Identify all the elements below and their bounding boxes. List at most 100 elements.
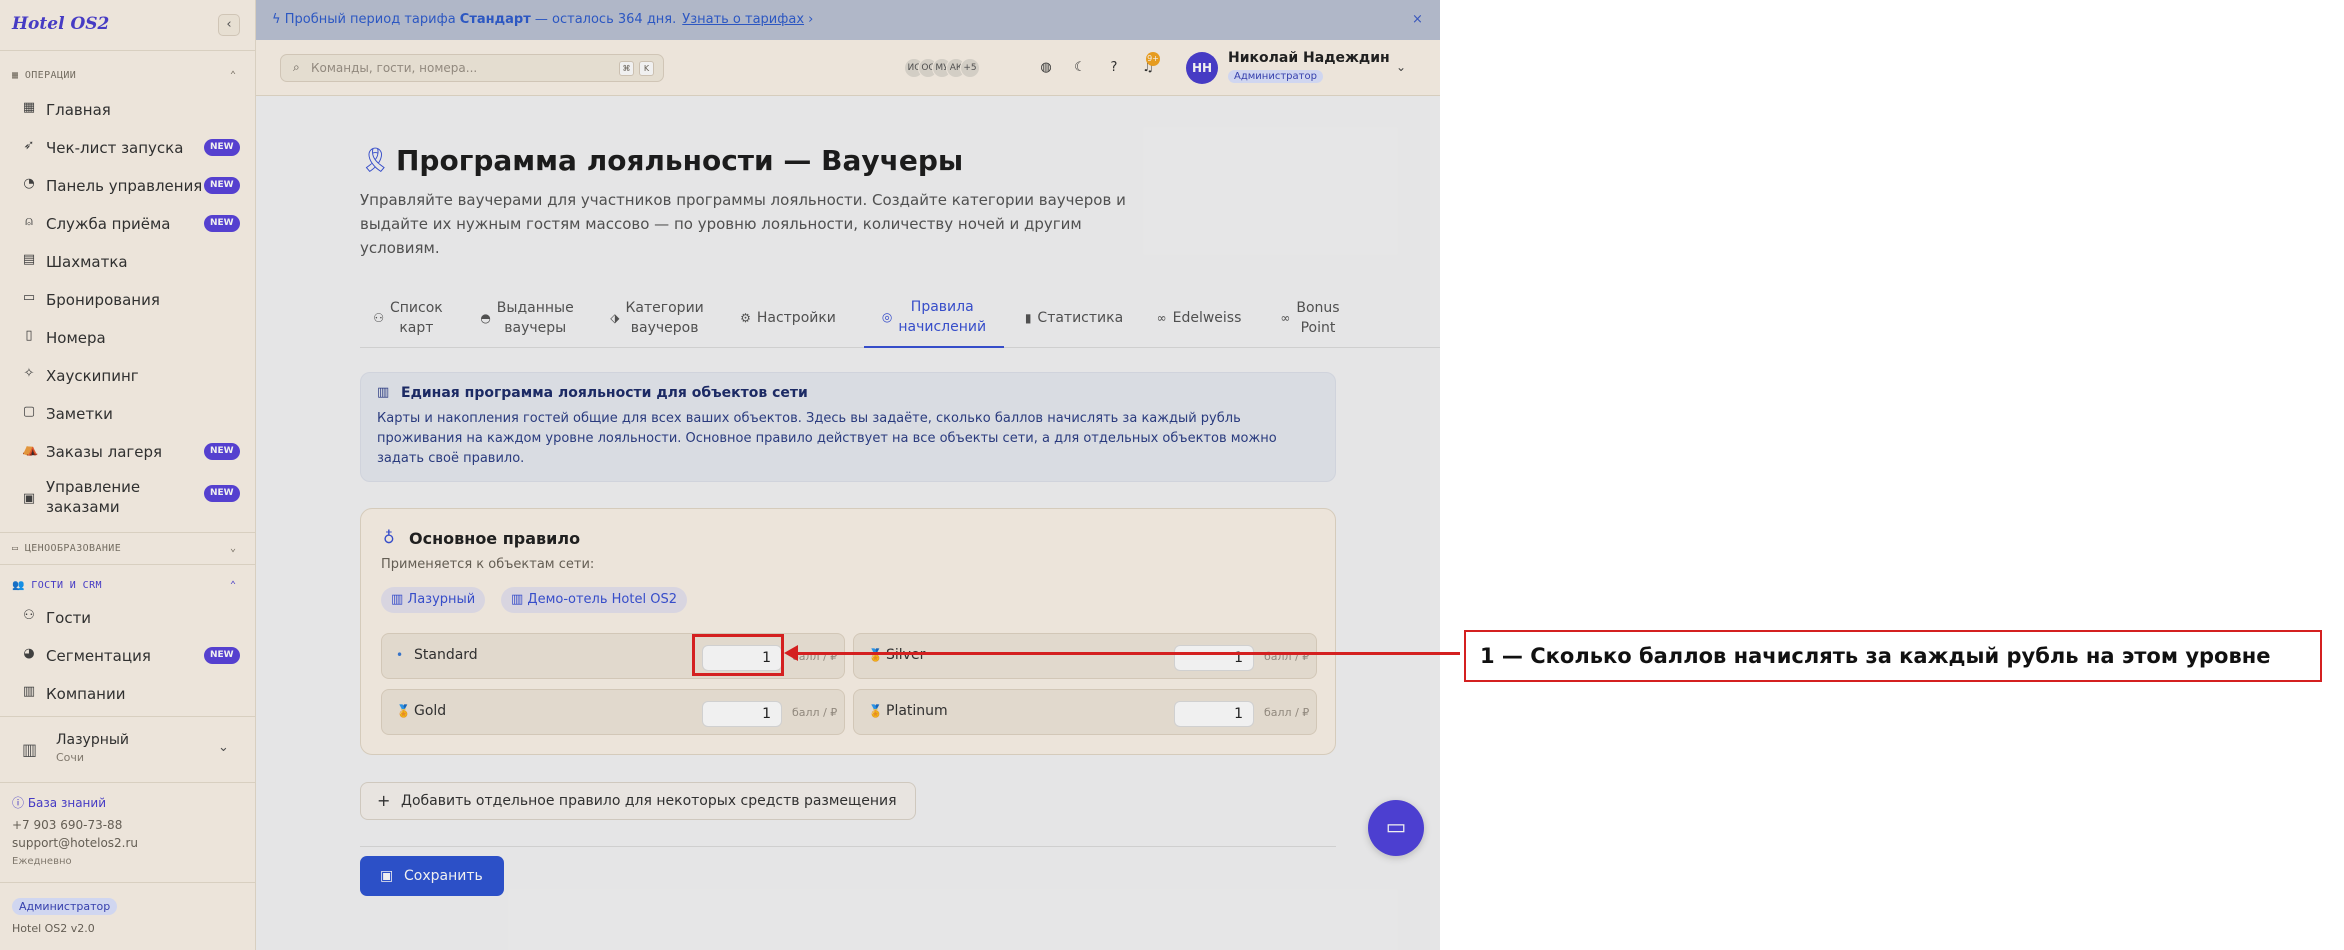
sidebar-item-chessboard[interactable]: ▤ Шахматка bbox=[12, 246, 242, 278]
tab-label-line2: карт bbox=[399, 320, 434, 336]
tab-accrual-rules[interactable]: ◎ Правила начислений bbox=[864, 288, 1004, 348]
chevron-up-icon: ⌃ bbox=[230, 580, 237, 591]
sidebar-item-camp-orders[interactable]: ⛺ Заказы лагеря NEW bbox=[12, 436, 242, 468]
tab-statistics[interactable]: ▮ Статистика bbox=[1016, 288, 1132, 348]
user-avatar[interactable]: НН bbox=[1186, 52, 1218, 84]
sidebar-item-bookings[interactable]: ▭ Бронирования bbox=[12, 284, 242, 316]
save-icon: ▣ bbox=[380, 868, 394, 884]
tab-label: Список bbox=[390, 300, 443, 316]
sidebar-item-dashboard[interactable]: ◔ Панель управления NEW bbox=[12, 170, 242, 202]
section-operations[interactable]: ▦ ОПЕРАЦИИ ⌃ bbox=[12, 70, 236, 81]
tab-edelweiss[interactable]: ∞ Edelweiss bbox=[1144, 288, 1254, 348]
link-icon: ∞ bbox=[1156, 311, 1167, 325]
sidebar-item-label: Заказы лагеря bbox=[46, 443, 163, 461]
medal-icon: 🏅 bbox=[868, 704, 883, 718]
lightning-icon: ϟ bbox=[272, 12, 285, 27]
collapse-sidebar-button[interactable]: ‹ bbox=[218, 14, 240, 36]
section-guests-crm[interactable]: 👥 ГОСТИ И CRM ⌃ bbox=[12, 580, 236, 591]
tab-label: Настройки bbox=[756, 310, 836, 326]
new-badge: NEW bbox=[204, 485, 240, 502]
tab-issued-vouchers[interactable]: ◓ Выданные ваучеры bbox=[472, 288, 582, 348]
tab-label-line2: ваучеры bbox=[504, 320, 567, 336]
chevron-up-icon: ⌃ bbox=[230, 70, 237, 81]
sidebar-item-label: Шахматка bbox=[46, 253, 128, 271]
sidebar-item-segmentation[interactable]: ◕ Сегментация NEW bbox=[12, 640, 242, 672]
arrow-line bbox=[794, 652, 1460, 655]
tab-cards-list[interactable]: ⚇ Список карт bbox=[360, 288, 456, 348]
knowledge-base-link[interactable]: ⓘ База знаний bbox=[12, 794, 106, 811]
building-icon: ▥ bbox=[377, 385, 390, 400]
banner-plan: Стандарт bbox=[459, 12, 531, 27]
sidebar-item-front-desk[interactable]: ⍝ Служба приёма NEW bbox=[12, 208, 242, 240]
support-email[interactable]: support@hotelos2.ru bbox=[12, 836, 138, 850]
sidebar-item-label: Панель управления bbox=[46, 177, 203, 195]
search-icon: ⌕ bbox=[293, 60, 300, 74]
building-icon: ▥ bbox=[391, 592, 408, 607]
link-icon: ∞ bbox=[1280, 311, 1291, 325]
trial-banner: ϟ Пробный период тарифа Стандарт — остал… bbox=[256, 0, 1440, 40]
sidebar-item-housekeeping[interactable]: ✧ Хаускипинг bbox=[12, 360, 242, 392]
command-search[interactable]: ⌕ ⌘ K bbox=[280, 54, 664, 82]
topbar: ⌕ ⌘ K ИС ОС МУ АК +5 ◍ ☾ ? ♫ 9+ НН Никол… bbox=[256, 40, 1440, 96]
divider bbox=[0, 50, 256, 51]
points-per-ruble-input[interactable] bbox=[1174, 701, 1254, 727]
points-per-ruble-input[interactable] bbox=[702, 701, 782, 727]
pie-icon: ◕ bbox=[23, 646, 35, 661]
award-icon: ♁ bbox=[383, 528, 395, 547]
sidebar-item-companies[interactable]: ▥ Компании bbox=[12, 678, 242, 710]
help-icon[interactable]: ? bbox=[1102, 56, 1126, 80]
section-icon: ▭ bbox=[12, 543, 25, 554]
brand-logo[interactable]: Hotel OS2 bbox=[12, 14, 109, 34]
section-pricing[interactable]: ▭ ЦЕНООБРАЗОВАНИЕ ⌄ bbox=[12, 543, 236, 554]
sidebar-item-notes[interactable]: ▢ Заметки bbox=[12, 398, 242, 430]
close-banner-button[interactable]: × bbox=[1412, 0, 1423, 40]
support-phone[interactable]: +7 903 690-73-88 bbox=[12, 818, 122, 832]
section-label: ГОСТИ И CRM bbox=[31, 580, 102, 591]
search-input[interactable] bbox=[311, 59, 611, 77]
users-icon: ⚇ bbox=[373, 311, 384, 325]
sidebar-item-rooms[interactable]: ▯ Номера bbox=[12, 322, 242, 354]
save-button[interactable]: ▣ Сохранить bbox=[360, 856, 504, 896]
hotel-city: Сочи bbox=[56, 751, 85, 764]
coins-icon: ◎ bbox=[881, 310, 893, 324]
unit-label: балл / ₽ bbox=[1264, 706, 1310, 719]
tab-label-line2: начислений bbox=[898, 319, 987, 335]
sidebar-item-order-management[interactable]: ▣ Управление заказами NEW bbox=[12, 478, 242, 520]
main-area: ϟ Пробный период тарифа Стандарт — остал… bbox=[256, 0, 1440, 950]
sidebar-item-label: Сегментация bbox=[46, 647, 151, 665]
sidebar-item-label: Бронирования bbox=[46, 291, 160, 309]
tab-label: Категории bbox=[625, 300, 704, 316]
help-icon: ⓘ bbox=[12, 796, 28, 810]
gauge-icon: ◔ bbox=[23, 176, 35, 191]
tab-label: Статистика bbox=[1037, 310, 1124, 326]
tariffs-link[interactable]: Узнать о тарифах bbox=[682, 12, 804, 27]
user-name[interactable]: Николай Надеждин bbox=[1228, 50, 1390, 66]
moon-icon[interactable]: ☾ bbox=[1068, 56, 1092, 80]
medal-icon: 🏅 bbox=[868, 648, 883, 662]
ticket-icon: ◓ bbox=[480, 311, 491, 325]
section-label: ОПЕРАЦИИ bbox=[24, 70, 77, 81]
palette-icon[interactable]: ◍ bbox=[1034, 56, 1058, 80]
sidebar-item-home[interactable]: ▦ Главная bbox=[12, 94, 242, 126]
add-custom-rule-button[interactable]: + Добавить отдельное правило для некоторы… bbox=[360, 782, 916, 820]
sidebar-item-label: Чек-лист запуска bbox=[46, 139, 184, 157]
tab-bar: ⚇ Список карт ◓ Выданные ваучеры ⬗ Категории в… bbox=[360, 288, 1440, 348]
chevron-down-icon[interactable]: ⌄ bbox=[1396, 60, 1406, 74]
sidebar-item-launch-checklist[interactable]: ➶ Чек-лист запуска NEW bbox=[12, 132, 242, 164]
unit-label: балл / ₽ bbox=[792, 706, 838, 719]
chat-button[interactable]: ▭ bbox=[1368, 800, 1424, 856]
tab-bonus-point[interactable]: ∞ Bonus Point bbox=[1270, 288, 1350, 348]
book-icon: ▭ bbox=[22, 290, 36, 305]
clipboard-icon: ▣ bbox=[22, 491, 36, 506]
hotel-switcher[interactable]: ▥ Лазурный Сочи ⌄ bbox=[12, 726, 244, 776]
chevron-down-icon: ⌄ bbox=[230, 543, 237, 554]
plus-icon: + bbox=[377, 791, 391, 810]
points-per-ruble-input[interactable] bbox=[1174, 645, 1254, 671]
hotel-name: Лазурный bbox=[56, 732, 130, 748]
tab-voucher-categories[interactable]: ⬗ Категории ваучеров bbox=[600, 288, 714, 348]
note-icon: ▢ bbox=[22, 404, 36, 419]
sidebar-item-guests[interactable]: ⚇ Гости bbox=[12, 602, 242, 634]
tab-label-line2: Point bbox=[1300, 320, 1336, 336]
table-icon: ▤ bbox=[22, 252, 36, 267]
tab-settings[interactable]: ⚙ Настройки bbox=[732, 288, 844, 348]
